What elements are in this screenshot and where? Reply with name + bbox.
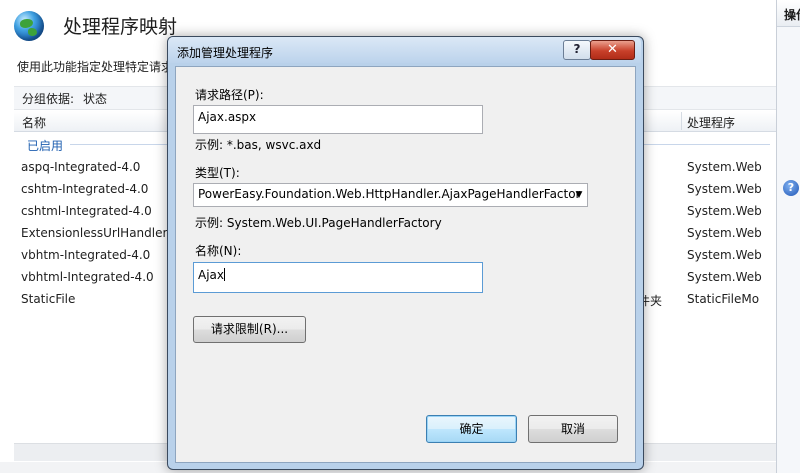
help-icon[interactable]: ? [783, 180, 799, 196]
request-path-value: Ajax.aspx [198, 110, 257, 124]
type-example: 示例: System.Web.UI.PageHandlerFactory [195, 216, 442, 230]
chevron-down-icon[interactable]: ▼ [571, 184, 587, 206]
table-row-name[interactable]: StaticFile [21, 292, 75, 306]
table-row-name[interactable]: cshtml-Integrated-4.0 [21, 204, 152, 218]
dialog-close-button[interactable]: ✕ [590, 40, 635, 60]
table-row-handler[interactable]: System.Web [687, 248, 762, 262]
table-row-name[interactable]: aspq-Integrated-4.0 [21, 160, 140, 174]
dialog-title: 添加管理处理程序 [177, 46, 274, 60]
table-row-name[interactable]: ExtensionlessUrlHandler-I [21, 226, 175, 240]
request-path-label: 请求路径(P): [195, 88, 264, 102]
groupby-label: 分组依据: [22, 92, 75, 106]
request-path-example: 示例: *.bas, wsvc.axd [195, 138, 322, 152]
ok-button[interactable]: 确定 [426, 415, 517, 443]
actions-title: 操作 [784, 8, 800, 22]
globe-icon [14, 11, 44, 41]
dialog-help-button[interactable]: ? [563, 40, 591, 60]
column-header-name[interactable]: 名称 [22, 114, 46, 131]
type-select-value: PowerEasy.Foundation.Web.HttpHandler.Aja… [198, 187, 581, 201]
request-path-input[interactable]: Ajax.aspx [193, 105, 483, 134]
actions-pane [777, 0, 800, 473]
table-row-handler[interactable]: System.Web [687, 160, 762, 174]
groupby-select[interactable]: 状态 [83, 90, 107, 107]
table-row-handler[interactable]: System.Web [687, 226, 762, 240]
page-description: 使用此功能指定处理特定请求 [17, 60, 174, 74]
name-value: Ajax [198, 268, 224, 282]
column-separator[interactable] [681, 112, 682, 130]
request-restrictions-button[interactable]: 请求限制(R)... [193, 316, 306, 343]
table-row-name[interactable]: vbhtm-Integrated-4.0 [21, 248, 150, 262]
table-row-handler[interactable]: System.Web [687, 270, 762, 284]
type-select[interactable]: PowerEasy.Foundation.Web.HttpHandler.Aja… [193, 183, 588, 207]
column-header-handler[interactable]: 处理程序 [687, 114, 735, 131]
table-row-handler[interactable]: StaticFileMo [687, 292, 759, 306]
name-label: 名称(N): [195, 244, 242, 258]
text-caret [224, 268, 225, 281]
table-row-handler[interactable]: System.Web [687, 182, 762, 196]
group-header-enabled[interactable]: 已启用 [27, 137, 63, 154]
table-row-name[interactable]: cshtm-Integrated-4.0 [21, 182, 148, 196]
name-input[interactable]: Ajax [193, 262, 483, 293]
type-label: 类型(T): [195, 166, 240, 180]
table-row-name[interactable]: vbhtml-Integrated-4.0 [21, 270, 154, 284]
cancel-button[interactable]: 取消 [528, 415, 618, 443]
table-row-handler[interactable]: System.Web [687, 204, 762, 218]
page-title: 处理程序映射 [63, 16, 178, 38]
